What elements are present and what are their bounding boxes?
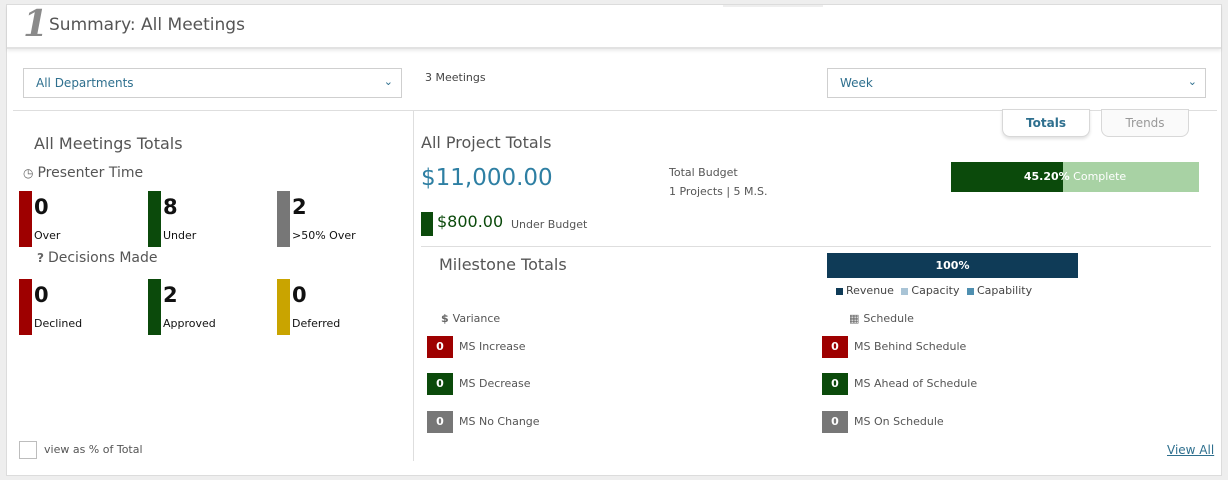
stat-label: Declined bbox=[34, 317, 83, 330]
stat-over: 0 Over bbox=[19, 191, 129, 247]
legend-item-revenue: Revenue bbox=[836, 284, 894, 297]
ms-label: MS Behind Schedule bbox=[854, 340, 967, 353]
meetings-count: 3 Meetings bbox=[425, 71, 486, 84]
stat-value: 0 bbox=[34, 283, 49, 307]
variance-label: Variance bbox=[452, 312, 501, 325]
progress-value: 45.20% bbox=[1023, 170, 1070, 183]
count-chip: 0 bbox=[427, 336, 453, 358]
chevron-down-icon: ⌄ bbox=[1187, 75, 1197, 88]
column-divider bbox=[413, 111, 414, 461]
legend-swatch bbox=[901, 287, 909, 295]
view-pct-checkbox[interactable] bbox=[19, 441, 37, 459]
ms-label: MS Decrease bbox=[459, 377, 531, 390]
progress-text: 45.20% Complete bbox=[951, 162, 1199, 192]
budget-subtext: 1 Projects | 5 M.S. bbox=[669, 185, 768, 198]
stat-color-bar bbox=[148, 191, 161, 247]
completion-progress-bar: 45.20% Complete bbox=[951, 162, 1199, 192]
budget-info: Total Budget 1 Projects | 5 M.S. bbox=[669, 163, 768, 201]
decisions-label: Decisions Made bbox=[47, 250, 158, 266]
milestone-legend: Revenue Capacity Capability bbox=[836, 284, 1036, 297]
count-chip: 0 bbox=[427, 373, 453, 395]
divider bbox=[421, 246, 1211, 247]
view-pct-label: view as % of Total bbox=[44, 443, 143, 456]
chevron-down-icon: ⌄ bbox=[383, 75, 393, 88]
stat-color-bar bbox=[19, 191, 32, 247]
count-chip: 0 bbox=[822, 336, 848, 358]
budget-label: Total Budget bbox=[669, 166, 738, 179]
step-number: 1 bbox=[23, 3, 49, 45]
count-chip: 0 bbox=[822, 411, 848, 433]
tab-trends[interactable]: Trends bbox=[1101, 109, 1189, 137]
schedule-label: Schedule bbox=[863, 312, 914, 325]
legend-swatch bbox=[836, 287, 843, 295]
legend-label: Revenue bbox=[846, 284, 894, 297]
stat-label: Over bbox=[34, 229, 61, 242]
stat-value: 0 bbox=[34, 195, 49, 219]
stat-label: Deferred bbox=[292, 317, 341, 330]
period-select-value: Week bbox=[840, 76, 873, 90]
stat-value: 8 bbox=[163, 195, 178, 219]
presenter-time-heading: ◷ Presenter Time bbox=[23, 165, 143, 181]
progress-suffix: Complete bbox=[1069, 170, 1127, 183]
stat-label: Under bbox=[163, 229, 197, 242]
calendar-icon: ▦ bbox=[849, 312, 860, 325]
dollar-icon: $ bbox=[441, 312, 449, 325]
decisions-heading: ? Decisions Made bbox=[37, 250, 157, 266]
project-totals-title: All Project Totals bbox=[421, 133, 552, 152]
stat-value: 2 bbox=[292, 195, 307, 219]
stat-color-bar bbox=[277, 191, 290, 247]
presenter-time-label: Presenter Time bbox=[37, 165, 144, 181]
legend-item-capacity: Capacity bbox=[901, 284, 959, 297]
page-title: Summary: All Meetings bbox=[49, 15, 245, 35]
stat-color-bar bbox=[148, 279, 161, 335]
milestone-bar: 100% bbox=[827, 253, 1078, 278]
ms-label: MS Ahead of Schedule bbox=[854, 377, 978, 390]
legend-item-capability: Capability bbox=[966, 284, 1033, 297]
stat-value: 0 bbox=[292, 283, 307, 307]
question-icon: ? bbox=[37, 251, 44, 265]
stat-approved: 2 Approved bbox=[148, 279, 258, 335]
under-budget-label: Under Budget bbox=[511, 218, 588, 231]
stat-color-bar bbox=[19, 279, 32, 335]
count-chip: 0 bbox=[822, 373, 848, 395]
total-budget-amount: $11,000.00 bbox=[421, 165, 553, 191]
stat-label: >50% Over bbox=[292, 229, 356, 242]
summary-header: 1 Summary: All Meetings bbox=[7, 3, 1221, 49]
milestone-totals-title: Milestone Totals bbox=[439, 255, 567, 274]
view-all-link[interactable]: View All bbox=[1167, 443, 1214, 457]
schedule-heading: ▦ Schedule bbox=[849, 312, 914, 325]
summary-card: 1 Summary: All Meetings All Departments … bbox=[6, 3, 1222, 476]
ms-label: MS Increase bbox=[459, 340, 526, 353]
stat-declined: 0 Declined bbox=[19, 279, 129, 335]
period-select[interactable]: Week ⌄ bbox=[827, 68, 1206, 98]
stat-over-50: 2 >50% Over bbox=[277, 191, 387, 247]
legend-label: Capacity bbox=[911, 284, 960, 297]
count-chip: 0 bbox=[427, 411, 453, 433]
stat-label: Approved bbox=[163, 317, 216, 330]
stat-under: 8 Under bbox=[148, 191, 258, 247]
stat-deferred: 0 Deferred bbox=[277, 279, 387, 335]
stat-value: 2 bbox=[163, 283, 178, 307]
stat-color-bar bbox=[277, 279, 290, 335]
ms-label: MS No Change bbox=[459, 415, 540, 428]
header-tab-marker bbox=[723, 5, 823, 7]
meetings-totals-title: All Meetings Totals bbox=[34, 134, 183, 153]
tab-totals[interactable]: Totals bbox=[1002, 109, 1090, 137]
legend-label: Capability bbox=[976, 284, 1033, 297]
ms-label: MS On Schedule bbox=[854, 415, 944, 428]
department-select-value: All Departments bbox=[36, 76, 134, 90]
variance-heading: $ Variance bbox=[441, 312, 500, 325]
under-budget-amount: $800.00 bbox=[437, 212, 504, 231]
under-budget-chip bbox=[421, 212, 433, 236]
clock-icon: ◷ bbox=[23, 166, 34, 180]
department-select[interactable]: All Departments ⌄ bbox=[23, 68, 402, 98]
legend-swatch bbox=[966, 287, 974, 295]
